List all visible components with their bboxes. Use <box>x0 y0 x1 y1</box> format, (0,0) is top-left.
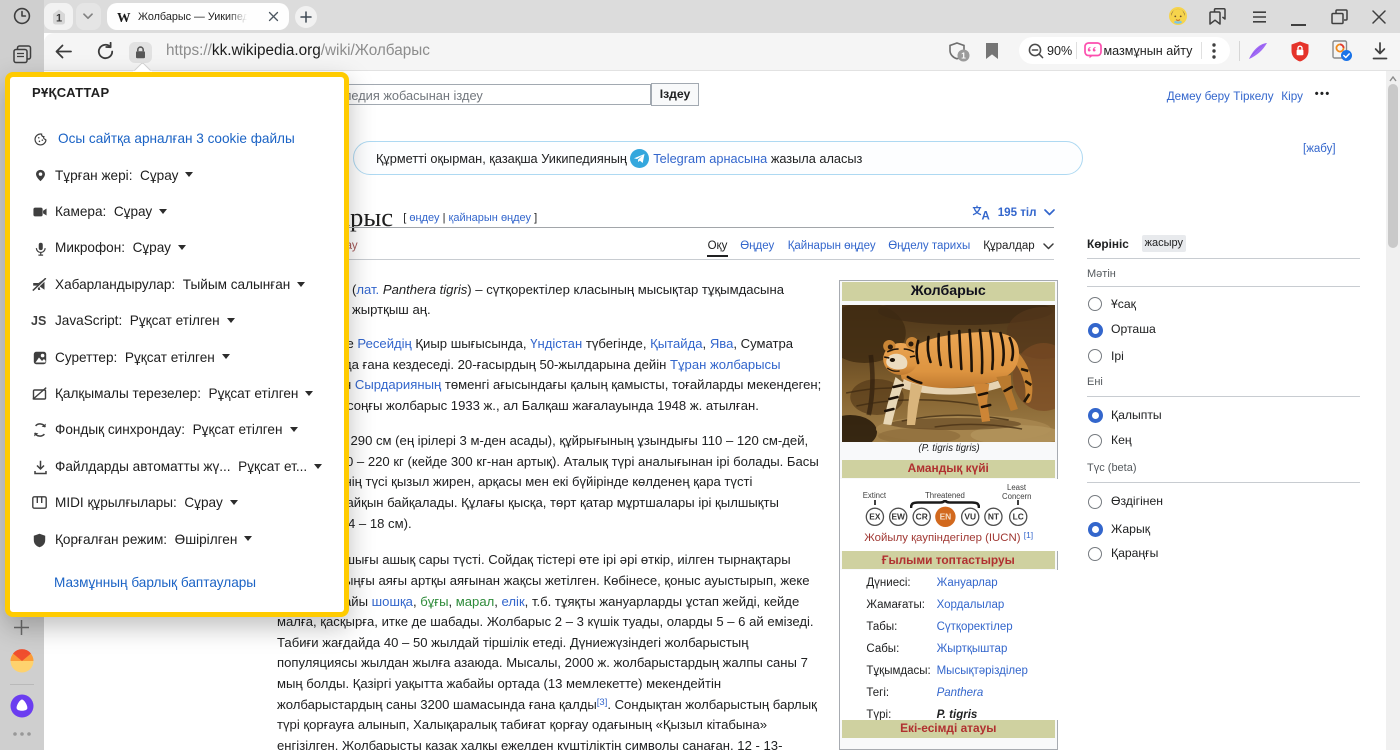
svg-text:EX: EX <box>869 512 881 522</box>
svg-text:A: A <box>981 211 989 220</box>
svg-text:1: 1 <box>55 12 61 24</box>
svg-text:EN: EN <box>940 512 952 522</box>
svg-text:LC: LC <box>1013 512 1024 522</box>
svg-text:EW: EW <box>891 512 905 522</box>
svg-text:CR: CR <box>916 512 928 522</box>
svg-text:VU: VU <box>964 512 976 522</box>
svg-text:NT: NT <box>988 512 1000 522</box>
svg-text:1: 1 <box>961 50 966 60</box>
